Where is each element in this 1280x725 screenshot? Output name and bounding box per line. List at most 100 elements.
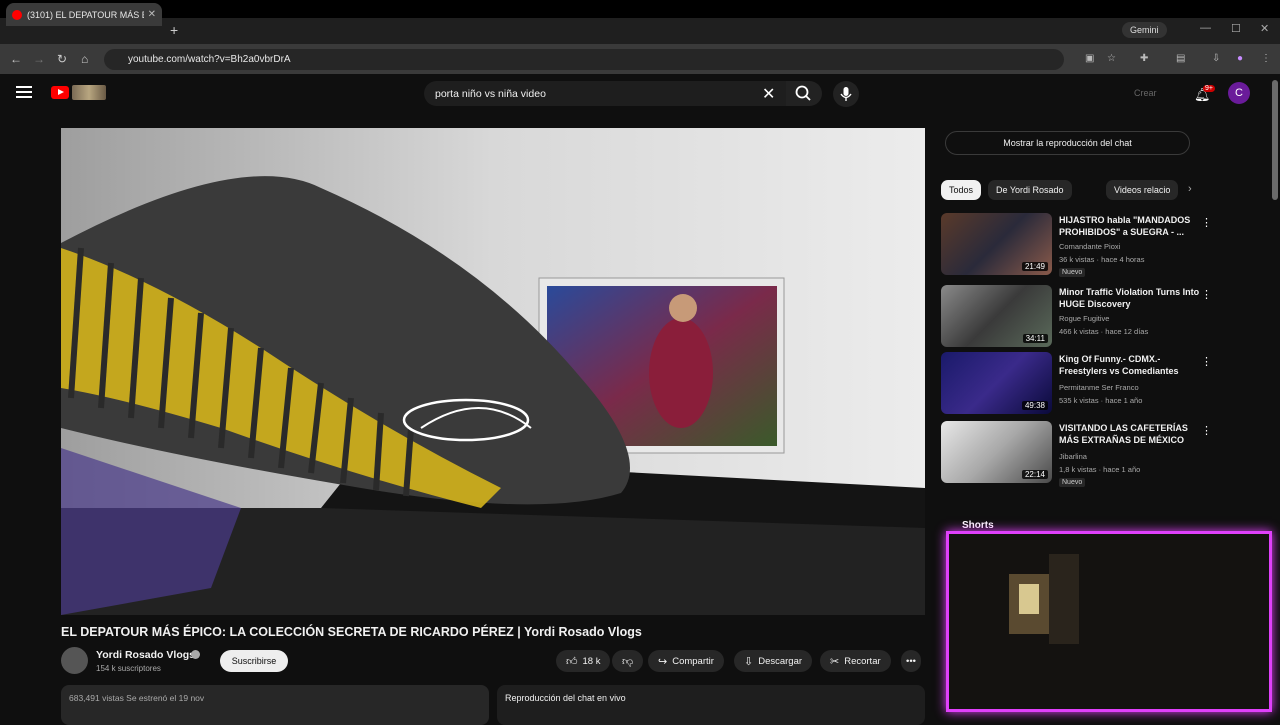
youtube-doodle[interactable] <box>72 85 106 100</box>
video-thumbnail[interactable]: 34:11 <box>941 285 1052 347</box>
webcam-overlay <box>946 531 1272 712</box>
new-tab-button[interactable]: + <box>170 22 178 38</box>
profile-icon[interactable]: ● <box>1237 53 1243 64</box>
window-close-icon[interactable]: ✕ <box>1260 22 1269 35</box>
clear-search-icon[interactable]: ✕ <box>762 84 775 104</box>
hamburger-menu-icon[interactable] <box>16 86 32 98</box>
search-query: porta niño vs niña video <box>435 87 546 100</box>
views-info: 683,491 vistas Se estrenó el 19 nov <box>69 693 205 703</box>
video-frame <box>61 128 925 615</box>
share-label: Compartir <box>672 655 714 667</box>
download-label: Descargar <box>758 655 803 667</box>
chip-from-channel[interactable]: De Yordi Rosado <box>988 180 1072 200</box>
video-thumbnail[interactable]: 49:38 <box>941 352 1052 414</box>
microphone-icon <box>840 87 852 101</box>
chat-replay-label: Reproducción del chat en vivo <box>505 693 626 703</box>
duration-badge: 21:49 <box>1021 262 1048 271</box>
reload-icon[interactable]: ↻ <box>57 52 67 66</box>
more-vertical-icon[interactable]: ⋮ <box>1201 216 1212 229</box>
tab-close-icon[interactable]: ✕ <box>148 9 156 20</box>
new-badge: Nuevo <box>1059 268 1086 277</box>
search-button[interactable] <box>786 81 822 106</box>
notification-badge: 9+ <box>1203 85 1215 92</box>
address-bar[interactable]: youtube.com/watch?v=Bh2a0vbrDrA <box>104 49 1064 70</box>
thumbs-up-icon: 👍︎ <box>566 655 578 668</box>
clip-label: Recortar <box>844 655 881 667</box>
browser-tab[interactable]: (3101) EL DEPATOUR MÁS É ✕ <box>6 3 162 26</box>
account-avatar[interactable]: C <box>1228 82 1250 104</box>
like-count: 18 k <box>582 655 601 667</box>
youtube-favicon-icon <box>12 9 22 20</box>
bookmark-star-icon[interactable]: ☆ <box>1107 53 1116 64</box>
search-input[interactable]: porta niño vs niña video <box>424 81 786 106</box>
chip-related[interactable]: Videos relacio <box>1106 180 1179 200</box>
more-vertical-icon[interactable]: ⋮ <box>1201 288 1212 301</box>
recommendation-item[interactable]: 22:14 VISITANDO LAS CAFETERÍAS MÁS EXTRA… <box>941 421 1212 487</box>
recommendation-title[interactable]: King Of Funny.- CDMX.- Freestylers vs Co… <box>1059 353 1201 377</box>
youtube-logo-icon[interactable] <box>51 86 69 99</box>
chevron-right-icon[interactable]: › <box>1188 183 1192 195</box>
recommendation-title[interactable]: HIJASTRO habla "MANDADOS PROHIBIDOS" a S… <box>1059 214 1201 238</box>
recommendation-channel[interactable]: Permitanme Ser Franco <box>1059 383 1139 392</box>
download-button[interactable]: ⇩ Descargar <box>734 650 813 672</box>
page-scrollbar[interactable] <box>1272 80 1278 200</box>
share-icon: ↪ <box>658 655 668 668</box>
duration-badge: 34:11 <box>1022 334 1048 343</box>
recommendation-meta: 535 k vistas · hace 1 año <box>1059 396 1143 405</box>
recommendation-channel[interactable]: Rogue Fugitive <box>1059 314 1109 323</box>
minimize-icon[interactable]: — <box>1200 22 1211 34</box>
browser-menu-icon[interactable]: ⋮ <box>1261 53 1271 64</box>
like-button[interactable]: 👍︎ 18 k <box>556 650 611 672</box>
chat-replay-panel[interactable]: Reproducción del chat en vivo <box>497 685 925 725</box>
share-button[interactable]: ↪ Compartir <box>648 650 724 672</box>
chip-all[interactable]: Todos <box>941 180 982 200</box>
subscribe-button[interactable]: Suscribirse <box>220 650 288 672</box>
download-icon[interactable]: ⇩ <box>1212 53 1220 64</box>
forward-icon[interactable]: → <box>33 52 45 66</box>
thumbs-down-icon: 👎︎ <box>622 655 634 668</box>
scissors-icon: ✂ <box>830 655 840 668</box>
duration-badge: 49:38 <box>1021 401 1048 410</box>
video-title: EL DEPATOUR MÁS ÉPICO: LA COLECCIÓN SECR… <box>61 625 642 639</box>
home-icon[interactable]: ⌂ <box>81 52 88 66</box>
recommendation-item[interactable]: 21:49 HIJASTRO habla "MANDADOS PROHIBIDO… <box>941 213 1212 277</box>
duration-badge: 22:14 <box>1021 470 1048 479</box>
video-thumbnail[interactable]: 22:14 <box>941 421 1052 483</box>
new-badge: Nuevo <box>1059 478 1086 487</box>
install-app-icon[interactable]: ▣ <box>1085 53 1094 64</box>
maximize-icon[interactable]: ☐ <box>1231 22 1241 35</box>
recommendation-item[interactable]: 49:38 King Of Funny.- CDMX.- Freestylers… <box>941 352 1212 414</box>
webcam-feed <box>949 534 1269 709</box>
url-text: youtube.com/watch?v=Bh2a0vbrDrA <box>128 54 291 65</box>
download-arrow-icon: ⇩ <box>744 655 754 668</box>
verified-icon <box>191 650 200 659</box>
gemini-button[interactable]: Gemini <box>1122 22 1167 38</box>
create-button[interactable]: Crear <box>1134 88 1157 98</box>
recommendation-meta: 36 k vistas · hace 4 horas <box>1059 255 1145 264</box>
dislike-button[interactable]: 👎︎ <box>612 650 644 672</box>
tab-title: (3101) EL DEPATOUR MÁS É <box>27 9 144 20</box>
video-player[interactable] <box>61 128 925 615</box>
more-actions-button[interactable]: ••• <box>901 650 921 672</box>
recommendation-meta: 1,8 k vistas · hace 1 año <box>1059 465 1141 474</box>
screen-top-bar <box>0 0 1280 18</box>
back-icon[interactable]: ← <box>10 52 22 66</box>
description-box[interactable]: 683,491 vistas Se estrenó el 19 nov <box>61 685 489 725</box>
search-icon <box>795 85 811 101</box>
tab-strip <box>0 18 1280 44</box>
recommendation-channel[interactable]: Jibarlina <box>1059 452 1087 461</box>
recommendation-title[interactable]: Minor Traffic Violation Turns Into HUGE … <box>1059 286 1201 310</box>
more-vertical-icon[interactable]: ⋮ <box>1201 355 1212 368</box>
clip-button[interactable]: ✂ Recortar <box>820 650 891 672</box>
recommendation-item[interactable]: 34:11 Minor Traffic Violation Turns Into… <box>941 285 1212 347</box>
video-thumbnail[interactable]: 21:49 <box>941 213 1052 275</box>
extensions-icon[interactable]: ✚ <box>1140 53 1148 64</box>
voice-search-button[interactable] <box>833 81 859 107</box>
side-panel-icon[interactable]: ▤ <box>1176 53 1185 64</box>
show-chat-replay-button[interactable]: Mostrar la reproducción del chat <box>945 131 1190 155</box>
channel-name[interactable]: Yordi Rosado Vlogs <box>96 649 195 661</box>
recommendation-title[interactable]: VISITANDO LAS CAFETERÍAS MÁS EXTRAÑAS DE… <box>1059 422 1201 446</box>
recommendation-channel[interactable]: Comandante Pioxi <box>1059 242 1120 251</box>
more-vertical-icon[interactable]: ⋮ <box>1201 424 1212 437</box>
channel-avatar[interactable] <box>61 647 88 674</box>
